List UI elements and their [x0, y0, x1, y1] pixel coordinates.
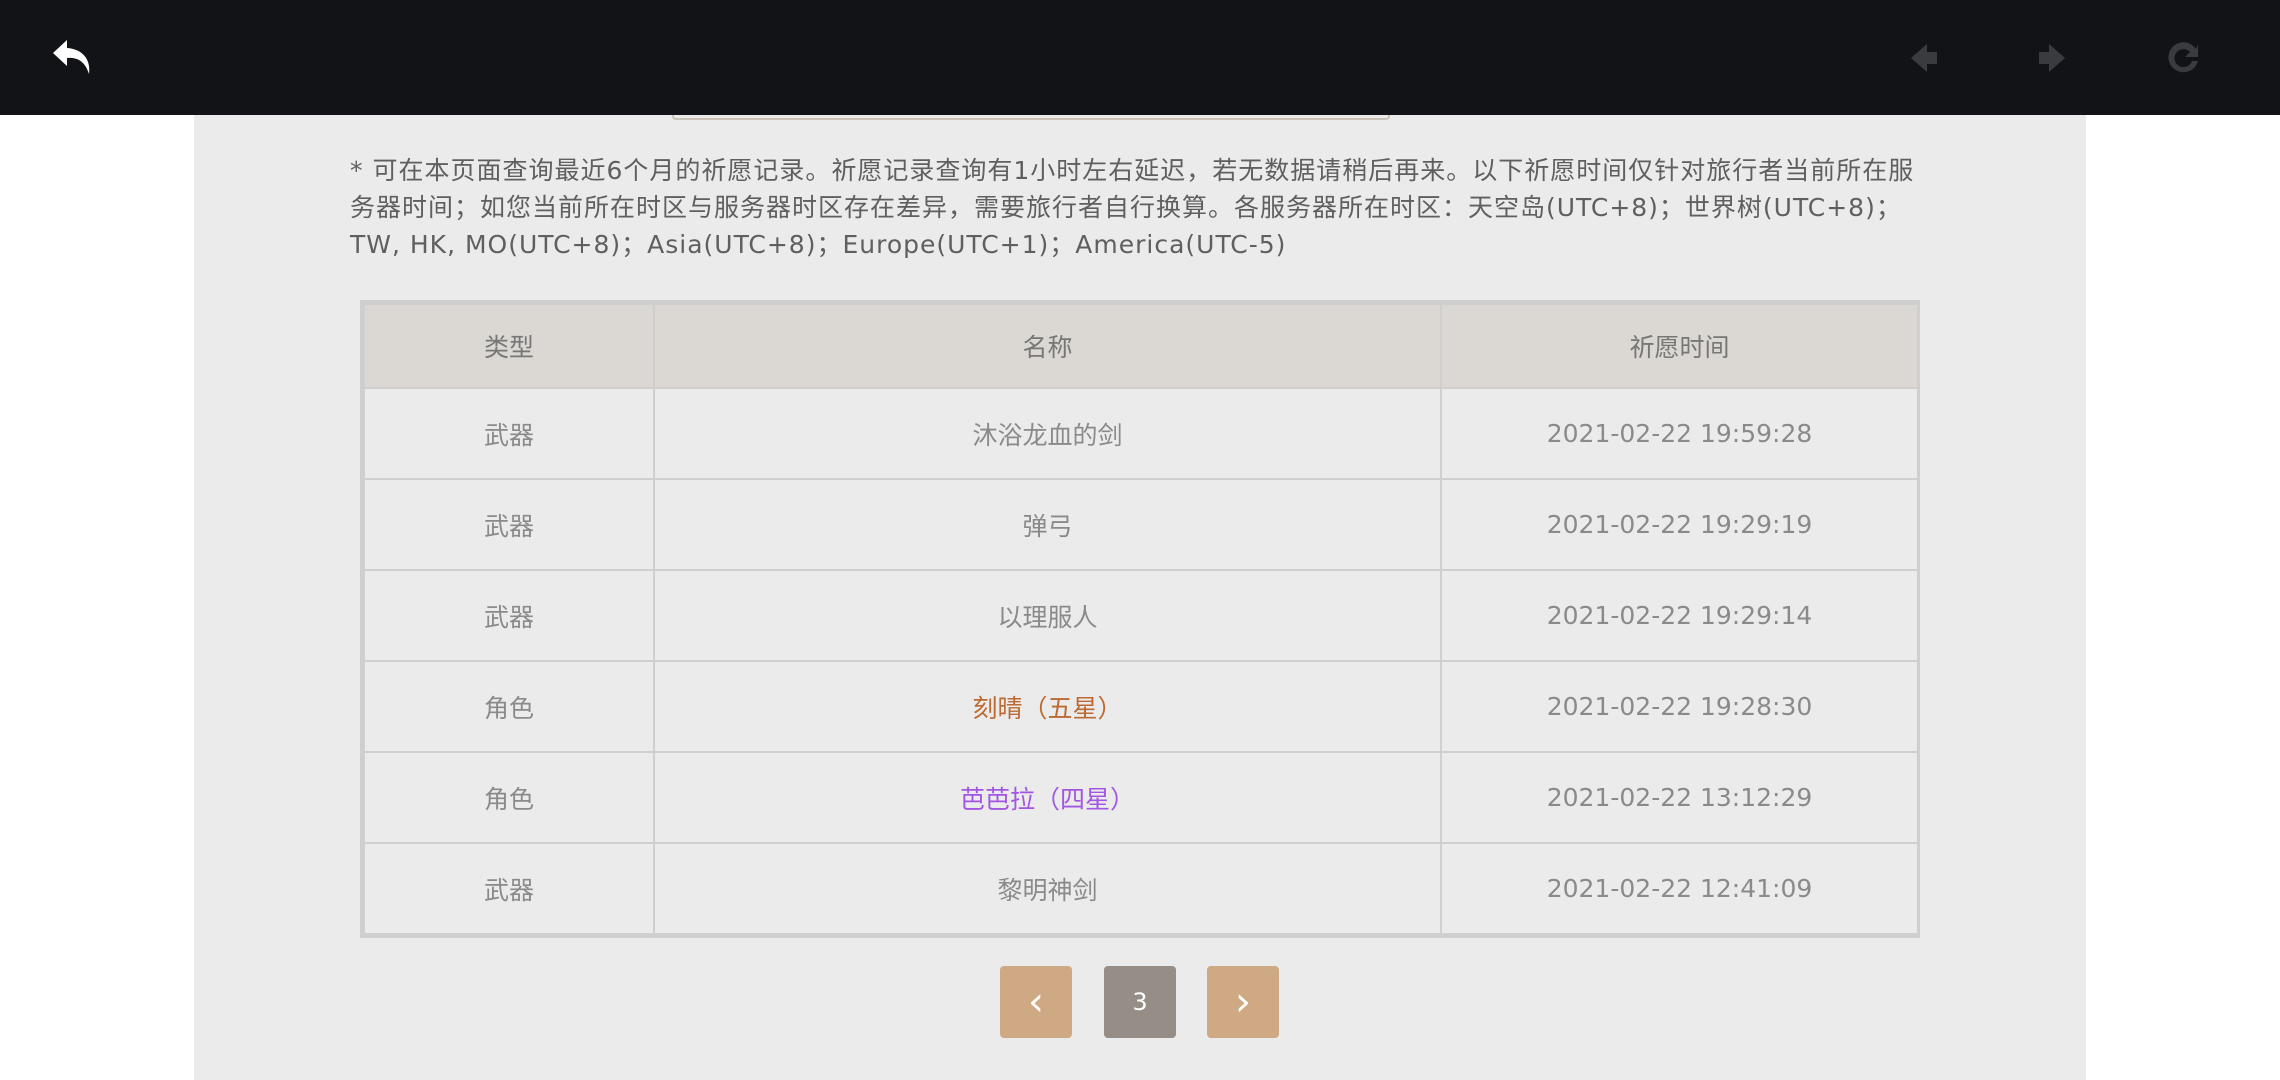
prev-page-button[interactable]: ‹ — [1000, 966, 1072, 1038]
current-page-indicator: 3 — [1104, 966, 1176, 1038]
chevron-left-icon: ‹ — [1028, 979, 1044, 1025]
column-header-time: 祈愿时间 — [1440, 303, 1919, 389]
row-time: 2021-02-22 19:29:14 — [1440, 569, 1919, 662]
row-name: 弹弓 — [653, 478, 1442, 571]
row-type: 角色 — [363, 660, 655, 753]
row-time: 2021-02-22 19:59:28 — [1440, 387, 1919, 480]
table-row: 角色 刻晴（五星） 2021-02-22 19:28:30 — [363, 660, 1919, 753]
row-time: 2021-02-22 13:12:29 — [1440, 751, 1919, 844]
wish-history-notice: * 可在本页面查询最近6个月的祈愿记录。祈愿记录查询有1小时左右延迟，若无数据请… — [350, 156, 1915, 259]
row-type: 武器 — [363, 842, 655, 935]
row-time: 2021-02-22 19:28:30 — [1440, 660, 1919, 753]
page-margin-left — [0, 0, 194, 1080]
row-name: 以理服人 — [653, 569, 1442, 662]
table-row: 武器 沐浴龙血的剑 2021-02-22 19:59:28 — [363, 387, 1919, 480]
table-row: 武器 黎明神剑 2021-02-22 12:41:09 — [363, 842, 1919, 935]
prev-arrow-icon[interactable] — [1893, 28, 1953, 88]
row-type: 武器 — [363, 478, 655, 571]
back-icon[interactable] — [43, 28, 103, 88]
table-row: 武器 弹弓 2021-02-22 19:29:19 — [363, 478, 1919, 571]
row-name-four-star: 芭芭拉（四星） — [653, 751, 1442, 844]
page-margin-right — [2086, 0, 2280, 1080]
current-page-number: 3 — [1132, 988, 1148, 1016]
table-row: 武器 以理服人 2021-02-22 19:29:14 — [363, 569, 1919, 662]
browser-toolbar — [0, 0, 2280, 115]
column-header-name: 名称 — [653, 303, 1442, 389]
row-time: 2021-02-22 12:41:09 — [1440, 842, 1919, 935]
table-row: 角色 芭芭拉（四星） 2021-02-22 13:12:29 — [363, 751, 1919, 844]
row-type: 武器 — [363, 569, 655, 662]
column-header-type: 类型 — [363, 303, 655, 389]
row-name: 黎明神剑 — [653, 842, 1442, 935]
reload-icon[interactable] — [2153, 28, 2213, 88]
wish-history-table: 类型 名称 祈愿时间 武器 沐浴龙血的剑 2021-02-22 19:59:28… — [360, 300, 1920, 938]
row-time: 2021-02-22 19:29:19 — [1440, 478, 1919, 571]
row-type: 角色 — [363, 751, 655, 844]
row-type: 武器 — [363, 387, 655, 480]
row-name-five-star: 刻晴（五星） — [653, 660, 1442, 753]
chevron-right-icon: › — [1235, 979, 1251, 1025]
next-arrow-icon[interactable] — [2023, 28, 2083, 88]
row-name: 沐浴龙血的剑 — [653, 387, 1442, 480]
next-page-button[interactable]: › — [1207, 966, 1279, 1038]
table-header-row: 类型 名称 祈愿时间 — [363, 303, 1919, 389]
